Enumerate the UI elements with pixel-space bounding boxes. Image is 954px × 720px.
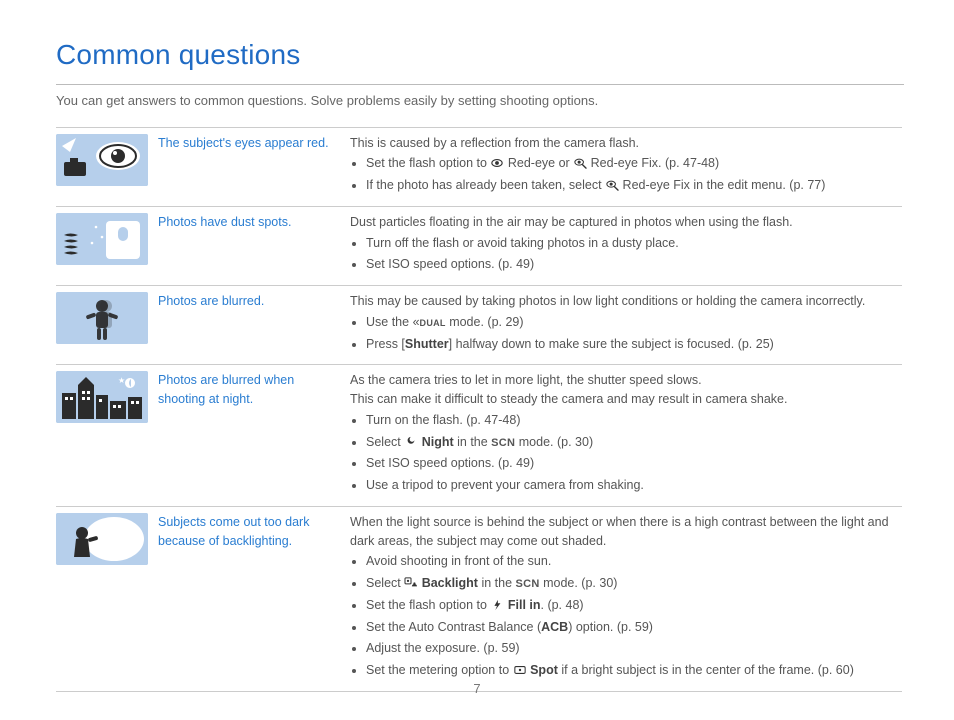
table-row: ★ Photos are blurred when shooting at nig… — [56, 365, 902, 507]
answer-cell: As the camera tries to let in more light… — [350, 365, 902, 507]
list-item: Set the flash option to Red-eye or Red-e… — [366, 154, 894, 173]
answer-lead: This is caused by a reflection from the … — [350, 134, 894, 153]
eye-icon — [490, 156, 504, 168]
answer-lead: Dust particles floating in the air may b… — [350, 213, 894, 232]
svg-text:★: ★ — [118, 376, 125, 385]
row-illustration — [56, 286, 158, 365]
answer-cell: This is caused by a reflection from the … — [350, 127, 902, 206]
answer-cell: When the light source is behind the subj… — [350, 506, 902, 691]
list-item: Press [Shutter] halfway down to make sur… — [366, 335, 894, 354]
answer-lead: When the light source is behind the subj… — [350, 513, 894, 551]
answer-lead: As the camera tries to let in more light… — [350, 371, 894, 390]
list-item: Set ISO speed options. (p. 49) — [366, 255, 894, 274]
page-title: Common questions — [56, 34, 904, 76]
answer-bullets: Turn off the flash or avoid taking photo… — [350, 234, 894, 275]
list-item: Adjust the exposure. (p. 59) — [366, 639, 894, 658]
questions-table: The subject's eyes appear red.This is ca… — [56, 127, 902, 692]
table-row: The subject's eyes appear red.This is ca… — [56, 127, 902, 206]
dual-mode-icon: «DUAL — [413, 315, 446, 329]
answer-cell: This may be caused by taking photos in l… — [350, 286, 902, 365]
table-row: Photos have dust spots.Dust particles fl… — [56, 206, 902, 285]
answer-lead-2: This can make it difficult to steady the… — [350, 390, 894, 409]
list-item: Turn off the flash or avoid taking photo… — [366, 234, 894, 253]
row-illustration: ★ — [56, 365, 158, 507]
list-item: Avoid shooting in front of the sun. — [366, 552, 894, 571]
row-illustration — [56, 127, 158, 206]
backlight-icon — [404, 576, 418, 588]
table-row: Photos are blurred.This may be caused by… — [56, 286, 902, 365]
row-illustration — [56, 206, 158, 285]
list-item: Set the metering option to Spot if a bri… — [366, 661, 894, 680]
spot-icon — [513, 663, 527, 675]
list-item: Select Backlight in the SCN mode. (p. 30… — [366, 574, 894, 593]
row-illustration — [56, 506, 158, 691]
list-item: Set the Auto Contrast Balance (ACB) opti… — [366, 618, 894, 637]
list-item: Set the flash option to Fill in. (p. 48) — [366, 596, 894, 615]
title-rule — [56, 84, 904, 85]
question-text: The subject's eyes appear red. — [158, 127, 350, 206]
answer-bullets: Use the «DUAL mode. (p. 29) Press [Shutte… — [350, 313, 894, 354]
question-text: Photos have dust spots. — [158, 206, 350, 285]
intro-text: You can get answers to common questions.… — [56, 91, 904, 111]
table-row: Subjects come out too dark because of ba… — [56, 506, 902, 691]
scn-mode-label: SCN — [516, 578, 540, 590]
answer-bullets: Turn on the flash. (p. 47-48) Select Nigh… — [350, 411, 894, 495]
answer-bullets: Avoid shooting in front of the sun. Selec… — [350, 552, 894, 680]
list-item: Turn on the flash. (p. 47-48) — [366, 411, 894, 430]
eye-brush-icon — [605, 178, 619, 190]
moon-icon — [404, 435, 418, 447]
list-item: Use a tripod to prevent your camera from… — [366, 476, 894, 495]
flash-icon — [490, 598, 504, 610]
answer-cell: Dust particles floating in the air may b… — [350, 206, 902, 285]
question-text: Photos are blurred. — [158, 286, 350, 365]
scn-mode-label: SCN — [491, 437, 515, 449]
list-item: Set ISO speed options. (p. 49) — [366, 454, 894, 473]
answer-bullets: Set the flash option to Red-eye or Red-e… — [350, 154, 894, 195]
list-item: Select Night in the SCN mode. (p. 30) — [366, 433, 894, 452]
list-item: Use the «DUAL mode. (p. 29) — [366, 313, 894, 332]
eye-brush-icon — [573, 156, 587, 168]
list-item: If the photo has already been taken, sel… — [366, 176, 894, 195]
page-number: 7 — [0, 679, 954, 699]
answer-lead: This may be caused by taking photos in l… — [350, 292, 894, 311]
question-text: Photos are blurred when shooting at nigh… — [158, 365, 350, 507]
question-text: Subjects come out too dark because of ba… — [158, 506, 350, 691]
